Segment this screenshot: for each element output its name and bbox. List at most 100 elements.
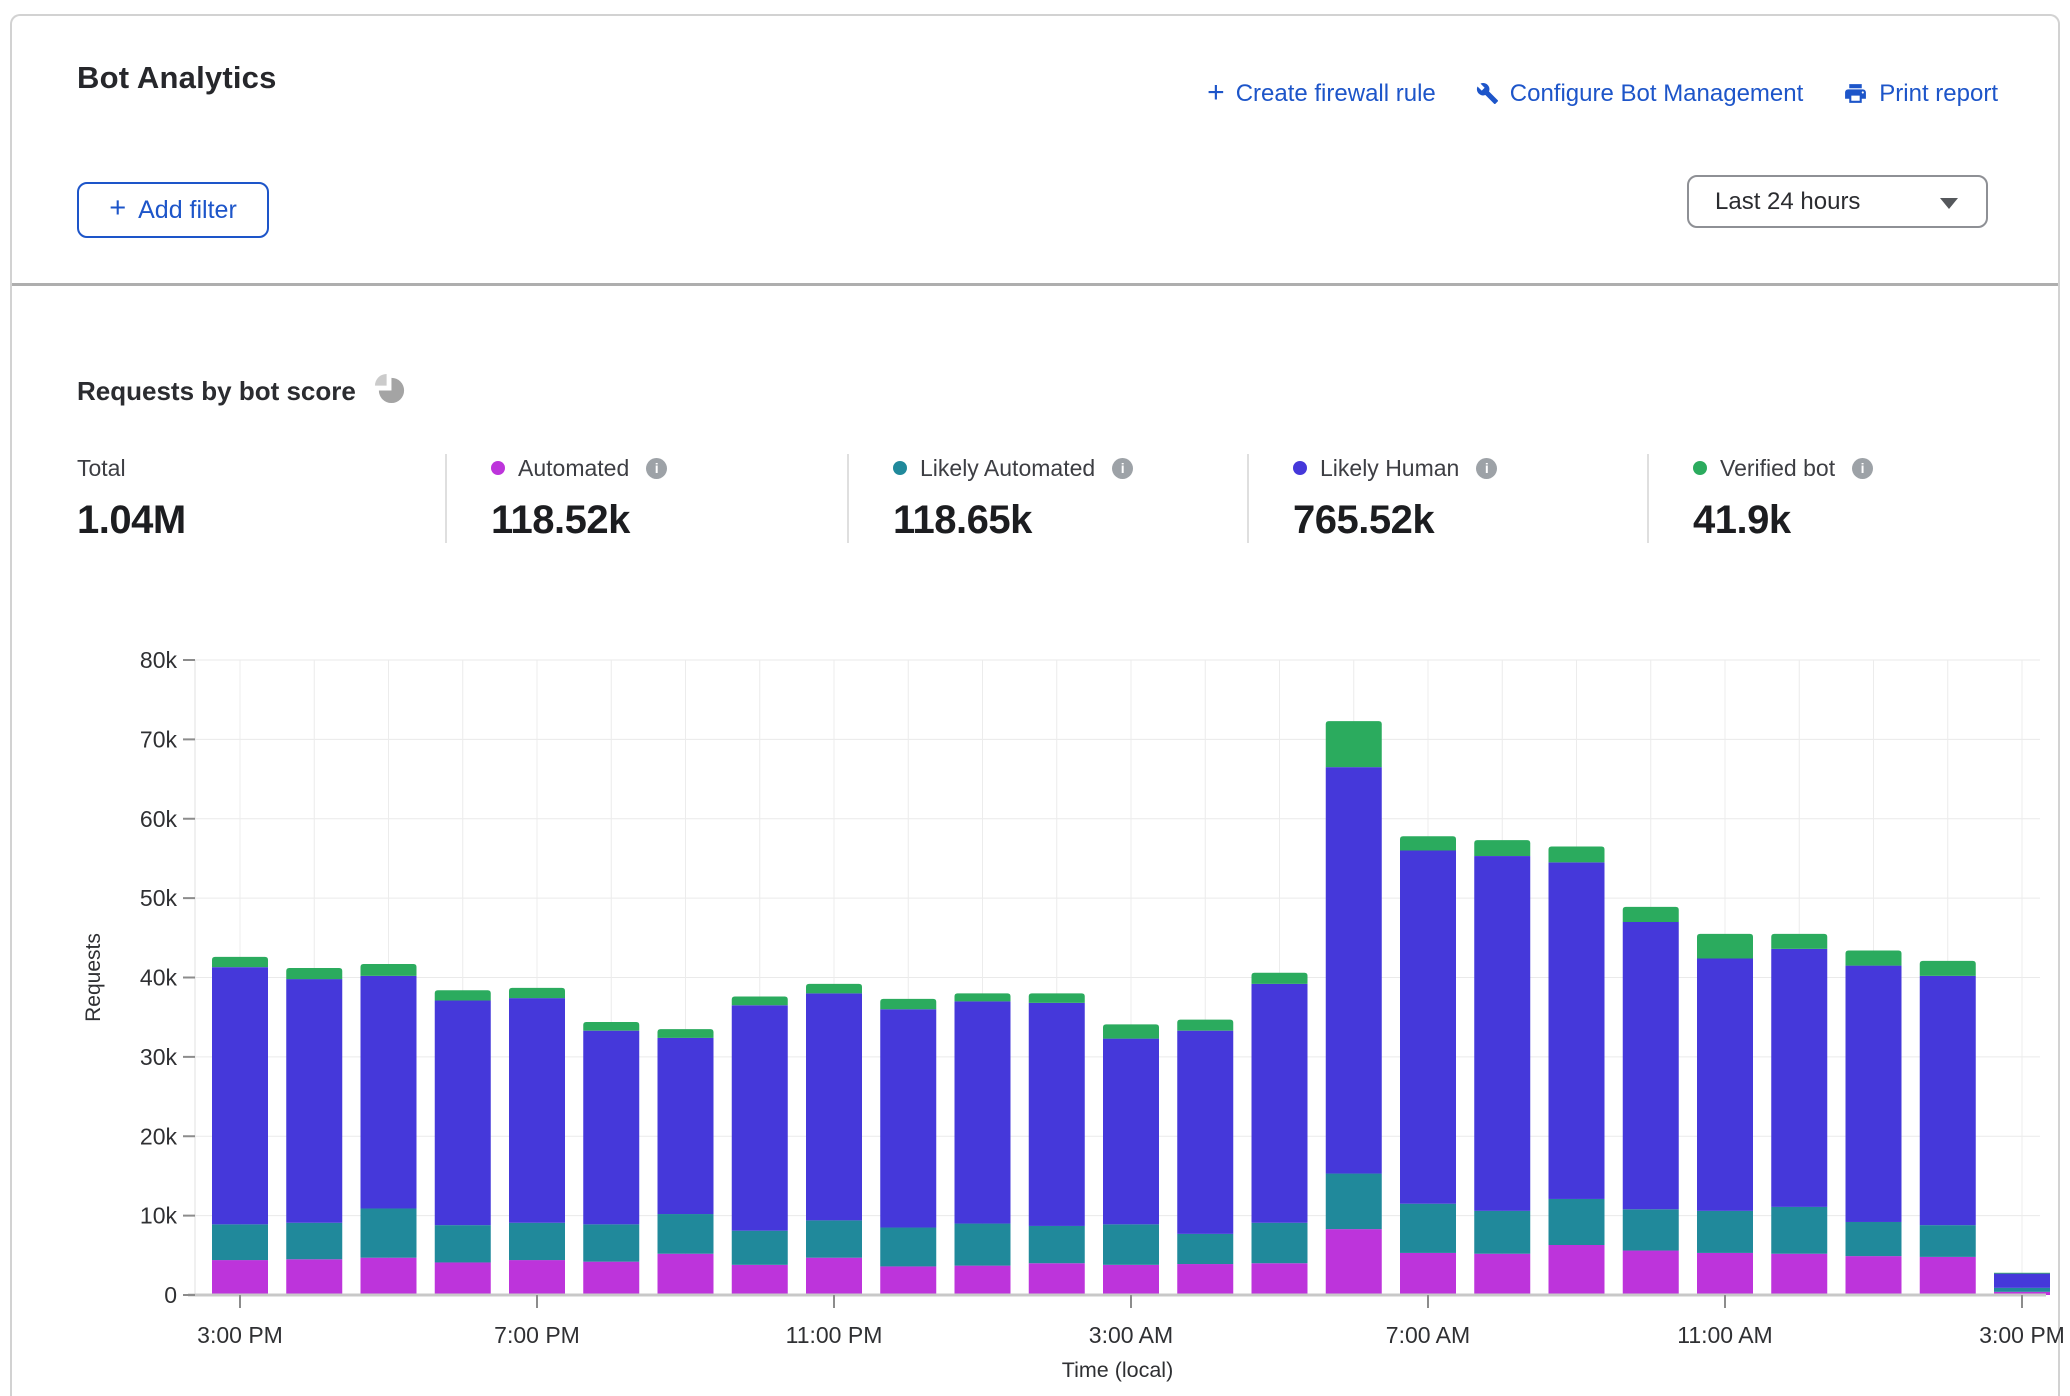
bar-segment-automated xyxy=(1400,1253,1456,1295)
bar-segment-automated xyxy=(286,1259,342,1295)
bot-score-chart: 010k20k30k40k50k60k70k80k3:00 PM7:00 PM1… xyxy=(0,620,2070,1394)
bar-segment-verified-bot xyxy=(509,988,565,998)
bar-segment-automated xyxy=(806,1258,862,1295)
bar-segment-verified-bot xyxy=(1400,836,1456,850)
bar-segment-automated xyxy=(583,1262,639,1295)
bar-segment-likely-human xyxy=(1846,966,1902,1222)
info-icon[interactable]: i xyxy=(646,458,667,479)
bar-segment-automated xyxy=(1846,1256,1902,1295)
bar-segment-verified-bot xyxy=(732,997,788,1006)
chart-bar-7-00-am[interactable] xyxy=(1400,836,1456,1295)
bar-segment-verified-bot xyxy=(1029,993,1085,1003)
y-tick-label: 60k xyxy=(140,806,178,832)
bar-segment-automated xyxy=(1474,1254,1530,1295)
bar-segment-likely-human xyxy=(955,1001,1011,1223)
chart-bar-12-00-pm[interactable] xyxy=(1771,934,1827,1295)
bar-segment-automated xyxy=(1549,1245,1605,1295)
chart-bar-7-00-pm[interactable] xyxy=(509,988,565,1295)
bar-segment-likely-human xyxy=(1400,851,1456,1204)
bar-segment-automated xyxy=(1920,1257,1976,1295)
y-tick-label: 40k xyxy=(140,965,178,991)
stat-likely-automated: Likely Automatedi118.65k xyxy=(847,454,1247,543)
chart-bar-12-00-am[interactable] xyxy=(880,999,936,1295)
y-tick-label: 30k xyxy=(140,1044,178,1070)
action-configure-bot-management[interactable]: Configure Bot Management xyxy=(1476,80,1804,108)
chart-bar-6-00-am[interactable] xyxy=(1326,721,1382,1295)
bar-segment-likely-human xyxy=(1474,856,1530,1211)
stat-value: 41.9k xyxy=(1693,498,2047,543)
bar-segment-likely-automated xyxy=(1103,1224,1159,1264)
bar-segment-automated xyxy=(1697,1253,1753,1295)
bar-segment-automated xyxy=(361,1258,417,1295)
action-create-firewall-rule[interactable]: +Create firewall rule xyxy=(1207,78,1436,109)
bar-segment-verified-bot xyxy=(1697,934,1753,959)
action-print-report[interactable]: Print report xyxy=(1843,80,1998,108)
legend-dot xyxy=(893,461,907,475)
bar-segment-likely-human xyxy=(286,979,342,1223)
bar-segment-verified-bot xyxy=(361,964,417,976)
bar-segment-likely-human xyxy=(1697,958,1753,1210)
stats-row: Total1.04MAutomatedi118.52kLikely Automa… xyxy=(77,454,2047,543)
chart-bar-8-00-am[interactable] xyxy=(1474,840,1530,1295)
x-tick-label: 3:00 AM xyxy=(1089,1322,1173,1348)
chart-bar-9-00-pm[interactable] xyxy=(658,1029,714,1295)
bar-segment-automated xyxy=(435,1262,491,1295)
bar-segment-likely-automated xyxy=(732,1231,788,1265)
chart-bar-1-00-pm[interactable] xyxy=(1846,951,1902,1295)
chart-bar-4-00-am[interactable] xyxy=(1177,1020,1233,1295)
chart-bar-2-00-pm[interactable] xyxy=(1920,961,1976,1295)
chart-bar-3-00-pm[interactable] xyxy=(212,957,268,1295)
stat-label: Verified bot xyxy=(1720,455,1835,482)
time-range-select[interactable]: Last 24 hours xyxy=(1687,175,1988,228)
chart-bar-1-00-am[interactable] xyxy=(955,993,1011,1295)
bar-segment-verified-bot xyxy=(806,984,862,994)
bar-segment-likely-automated xyxy=(361,1208,417,1257)
chart-bar-11-00-pm[interactable] xyxy=(806,984,862,1295)
chart-bar-11-00-am[interactable] xyxy=(1697,934,1753,1295)
bar-segment-likely-human xyxy=(658,1038,714,1214)
bar-segment-automated xyxy=(212,1260,268,1295)
bar-segment-verified-bot xyxy=(1252,973,1308,984)
bar-segment-likely-human xyxy=(361,976,417,1209)
time-range-value: Last 24 hours xyxy=(1715,188,1860,216)
bar-segment-verified-bot xyxy=(1920,961,1976,976)
header-actions: +Create firewall rule Configure Bot Manag… xyxy=(1207,78,1998,109)
x-tick-label: 7:00 AM xyxy=(1386,1322,1470,1348)
info-icon[interactable]: i xyxy=(1476,458,1497,479)
bar-segment-likely-automated xyxy=(286,1223,342,1260)
info-icon[interactable]: i xyxy=(1112,458,1133,479)
bar-segment-verified-bot xyxy=(1326,721,1382,767)
chart-bar-3-00-pm[interactable] xyxy=(1994,1273,2050,1295)
stat-value: 765.52k xyxy=(1293,498,1647,543)
info-icon[interactable]: i xyxy=(1852,458,1873,479)
bar-segment-likely-human xyxy=(880,1009,936,1227)
legend-dot xyxy=(491,461,505,475)
chart-bar-4-00-pm[interactable] xyxy=(286,968,342,1295)
bar-segment-likely-human xyxy=(1994,1274,2050,1288)
add-filter-button[interactable]: + Add filter xyxy=(77,182,269,238)
chart-bar-5-00-pm[interactable] xyxy=(361,964,417,1295)
bar-segment-likely-automated xyxy=(1177,1234,1233,1264)
bar-segment-likely-automated xyxy=(880,1228,936,1267)
bar-segment-likely-human xyxy=(1771,949,1827,1207)
bar-segment-likely-human xyxy=(1252,984,1308,1223)
chart-bar-3-00-am[interactable] xyxy=(1103,1024,1159,1295)
bar-segment-likely-human xyxy=(509,998,565,1223)
bar-segment-likely-automated xyxy=(1252,1223,1308,1263)
legend-dot xyxy=(1293,461,1307,475)
chart-bar-8-00-pm[interactable] xyxy=(583,1022,639,1295)
stat-value: 118.65k xyxy=(893,498,1247,543)
page-title: Bot Analytics xyxy=(77,60,277,96)
chart-bar-10-00-pm[interactable] xyxy=(732,997,788,1295)
chart-bar-9-00-am[interactable] xyxy=(1549,847,1605,1295)
x-tick-label: 3:00 PM xyxy=(197,1322,283,1348)
chart-bar-5-00-am[interactable] xyxy=(1252,973,1308,1295)
bar-segment-verified-bot xyxy=(658,1029,714,1038)
chart-bar-10-00-am[interactable] xyxy=(1623,907,1679,1295)
bar-segment-automated xyxy=(732,1265,788,1295)
chart-bar-6-00-pm[interactable] xyxy=(435,990,491,1295)
pie-chart-icon xyxy=(374,372,407,410)
bar-segment-automated xyxy=(1177,1264,1233,1295)
chart-bar-2-00-am[interactable] xyxy=(1029,993,1085,1295)
bar-segment-likely-human xyxy=(1549,862,1605,1199)
